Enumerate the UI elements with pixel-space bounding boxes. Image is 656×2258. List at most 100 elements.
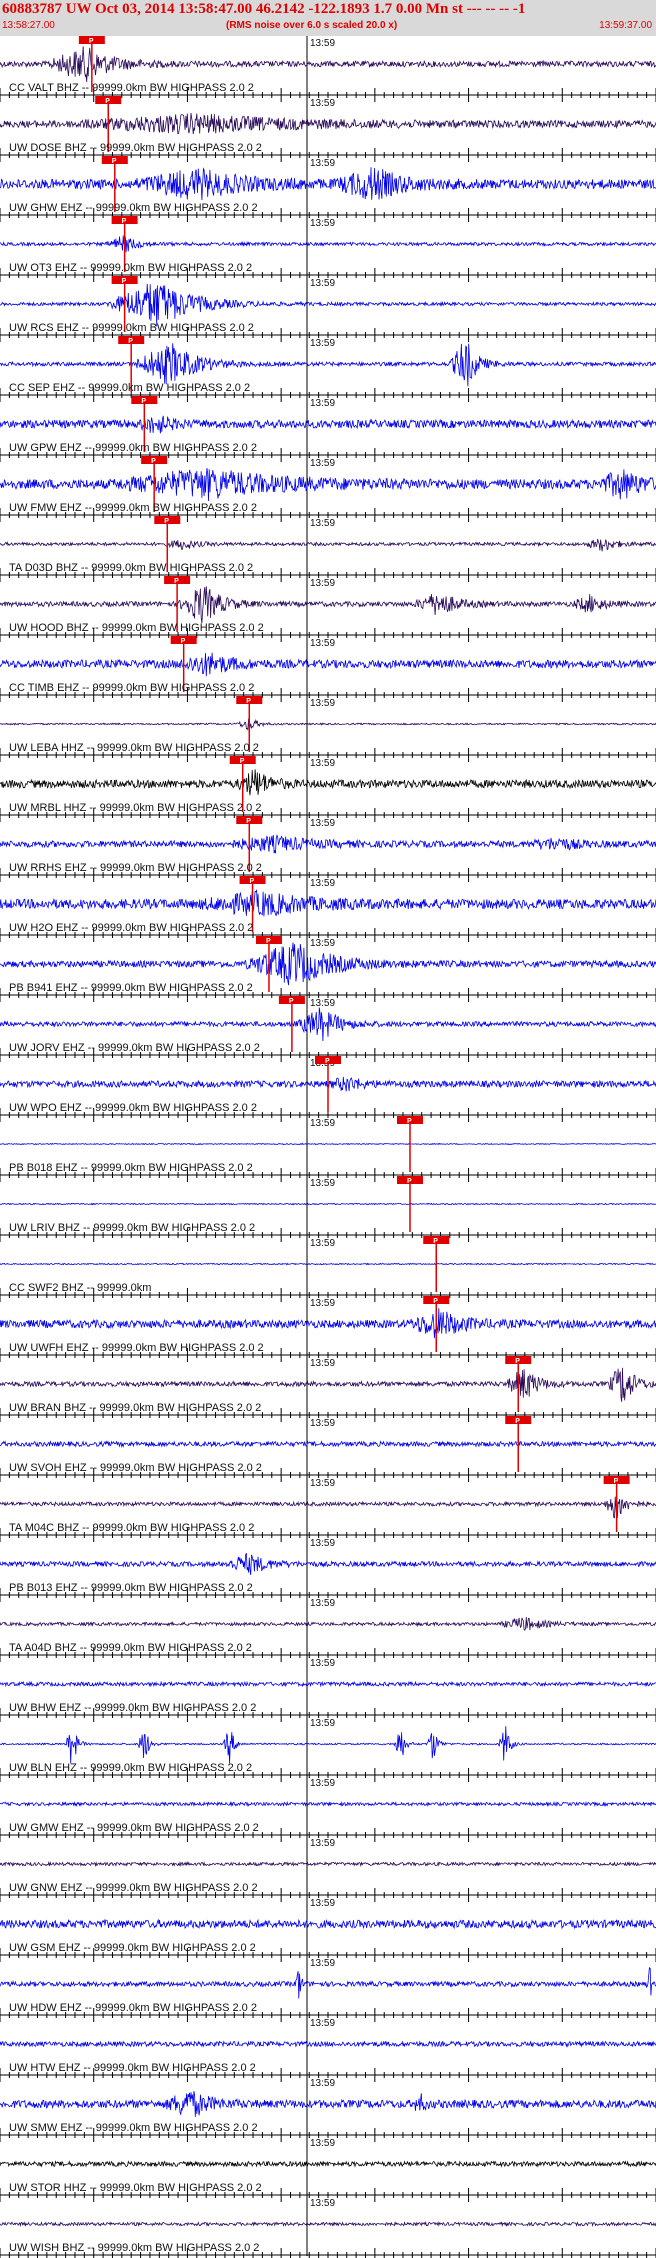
waveform (0, 2220, 656, 2228)
waveform (0, 1202, 656, 1206)
trace-15: 13:59 P PB B941 EHZ -- 99999.0km BW HIGHPA… (0, 936, 656, 1002)
minute-label: 13:59 (310, 1958, 335, 1969)
waveform (0, 538, 656, 552)
minute-label: 13:59 (310, 1418, 335, 1429)
station-label: UW SMW EHZ -- 99999.0km BW HIGHPASS 2.0 … (9, 2122, 258, 2134)
trace-34: 13:59 UW SMW EHZ -- 99999.0km BW HIGHPASS… (0, 2076, 656, 2142)
pick-label: P (89, 38, 94, 45)
station-label: UW FMW EHZ -- 99999.0km BW HIGHPASS 2.0 … (9, 502, 257, 514)
trace-36: 13:59 UW WISH BHZ -- 99999.0km BW HIGHPAS… (0, 2196, 656, 2258)
pick-label: P (246, 818, 251, 825)
station-label: UW GNW EHZ -- 99999.0km BW HIGHPASS 2.0 … (9, 1882, 258, 1894)
trace-21: 13:59 P UW UWFH EHZ -- 99999.0km BW HIGHPA… (0, 1296, 656, 1362)
trace-10: 13:59 P CC TIMB EHZ -- 99999.0km BW HIGHPA… (0, 636, 656, 702)
pick-label: P (325, 1058, 330, 1065)
station-label: UW HTW EHZ -- 99999.0km BW HIGHPASS 2.0 … (9, 2062, 256, 2074)
pick-label: P (240, 758, 245, 765)
minute-label: 13:59 (310, 1598, 335, 1609)
pick-label: P (122, 278, 127, 285)
waveform (0, 1800, 656, 1808)
trace-24: 13:59 P TA M04C BHZ -- 99999.0km BW HIGHPA… (0, 1476, 656, 1542)
trace-16: 13:59 P UW JORV EHZ -- 99999.0km BW HIGHPA… (0, 996, 656, 1062)
station-label: UW RRHS EHZ -- 99999.0km BW HIGHPASS 2.0… (9, 862, 262, 874)
waveform (0, 718, 656, 731)
waveform (0, 1367, 656, 1402)
minute-label: 13:59 (310, 2018, 335, 2029)
trace-4: 13:59 P UW RCS EHZ -- 99999.0km BW HIGHPAS… (0, 276, 656, 342)
trace-20: 13:59 P CC SWF2 BHZ -- 99999.0km (0, 1236, 656, 1302)
minute-label: 13:59 (310, 398, 335, 409)
station-label: UW DOSE BHZ -- 99999.0km BW HIGHPASS 2.0… (9, 142, 262, 154)
pick-label: P (174, 578, 179, 585)
waveform (0, 343, 656, 387)
station-label: UW UWFH EHZ -- 99999.0km BW HIGHPASS 2.0… (9, 1342, 264, 1354)
waveform (0, 1860, 656, 1868)
minute-label: 13:59 (310, 278, 335, 289)
pick-label: P (433, 1238, 438, 1245)
seismogram-panel: 13:59 P CC VALT BHZ -- 99999.0km BW HIGHPA… (0, 36, 656, 2258)
trace-14: 13:59 P UW H2O EHZ -- 99999.0km BW HIGHPAS… (0, 876, 656, 942)
station-label: UW RCS EHZ -- 99999.0km BW HIGHPASS 2.0 … (9, 322, 254, 334)
minute-label: 13:59 (310, 818, 335, 829)
waveform (0, 1496, 656, 1519)
minute-label: 13:59 (310, 2198, 335, 2209)
minute-label: 13:59 (310, 2138, 335, 2149)
minute-label: 13:59 (310, 758, 335, 769)
waveform (0, 46, 656, 82)
station-label: CC SEP EHZ -- 99999.0km BW HIGHPASS 2.0 … (9, 382, 250, 394)
waveform (0, 2091, 656, 2117)
pick-label: P (181, 638, 186, 645)
minute-label: 13:59 (310, 938, 335, 949)
station-label: UW LEBA HHZ -- 99999.0km BW HIGHPASS 2.0… (9, 742, 259, 754)
pick-label: P (250, 878, 255, 885)
trace-35: 13:59 UW STOR HHZ -- 99999.0km BW HIGHPAS… (0, 2136, 656, 2202)
minute-label: 13:59 (310, 1718, 335, 1729)
station-label: PB B941 EHZ -- 99999.0km BW HIGHPASS 2.0… (9, 982, 253, 994)
station-label: UW GMW EHZ -- 99999.0km BW HIGHPASS 2.0 … (9, 1822, 259, 1834)
station-label: UW H2O EHZ -- 99999.0km BW HIGHPASS 2.0 … (9, 922, 253, 934)
trace-11: 13:59 P UW LEBA HHZ -- 99999.0km BW HIGHPA… (0, 696, 656, 762)
pick-label: P (151, 458, 156, 465)
station-label: UW WPO EHZ -- 99999.0km BW HIGHPASS 2.0 … (9, 1102, 257, 1114)
minute-label: 13:59 (310, 1358, 335, 1369)
station-label: UW BHW EHZ -- 99999.0km BW HIGHPASS 2.0 … (9, 1702, 256, 1714)
trace-12: 13:59 P UW MRBL HHZ -- 99999.0km BW HIGHPA… (0, 756, 656, 822)
trace-29: 13:59 UW GMW EHZ -- 99999.0km BW HIGHPASS… (0, 1776, 656, 1842)
station-label: UW OT3 EHZ -- 99999.0km BW HIGHPASS 2.0 … (9, 262, 252, 274)
station-label: UW STOR HHZ -- 99999.0km BW HIGHPASS 2.0… (9, 2182, 262, 2194)
trace-25: 13:59 PB B013 EHZ -- 99999.0km BW HIGHPAS… (0, 1536, 656, 1602)
event-title: 60883787 UW Oct 03, 2014 13:58:47.00 46.… (2, 1, 526, 17)
waveform (0, 112, 656, 135)
waveform (0, 415, 656, 434)
trace-17: 13:59PUW WPO EHZ -- 99999.0km BW HIGHPAS… (0, 1056, 656, 1122)
station-label: TA A04D BHZ -- 99999.0km BW HIGHPASS 2.0… (9, 1642, 252, 1654)
minute-label: 13:59 (310, 878, 335, 889)
minute-label: 13:59 (310, 1778, 335, 1789)
waveform (0, 167, 656, 201)
station-label: CC SWF2 BHZ -- 99999.0km (9, 1282, 151, 1294)
pick-label: P (246, 698, 251, 705)
trace-5: 13:59 P CC SEP EHZ -- 99999.0km BW HIGHPAS… (0, 336, 656, 402)
minute-label: 13:59 (310, 2078, 335, 2089)
station-label: UW JORV EHZ -- 99999.0km BW HIGHPASS 2.0… (9, 1042, 260, 1054)
waveform (0, 1553, 656, 1576)
pick-label: P (105, 98, 110, 105)
window-start-time: 13:58:27.00 (2, 20, 55, 31)
waveform (0, 468, 656, 502)
trace-30: 13:59 UW GNW EHZ -- 99999.0km BW HIGHPASS… (0, 1836, 656, 1902)
trace-8: 13:59 P TA D03D BHZ -- 99999.0km BW HIGHPA… (0, 516, 656, 582)
station-label: CC TIMB EHZ -- 99999.0km BW HIGHPASS 2.0… (9, 682, 254, 694)
minute-label: 13:59 (310, 578, 335, 589)
minute-label: 13:59 (310, 1538, 335, 1549)
pick-label: P (112, 158, 117, 165)
station-label: TA D03D BHZ -- 99999.0km BW HIGHPASS 2.0… (9, 562, 253, 574)
trace-22: 13:59 P UW BRAN BHZ -- 99999.0km BW HIGHPA… (0, 1356, 656, 1422)
waveform (0, 1308, 656, 1339)
waveform (0, 769, 656, 796)
trace-28: 13:59 UW BLN EHZ -- 99999.0km BW HIGHPASS… (0, 1716, 656, 1782)
station-label: UW HDW EHZ -- 99999.0km BW HIGHPASS 2.0 … (9, 2002, 257, 2014)
station-label: UW GHW EHZ -- 99999.0km BW HIGHPASS 2.0 … (9, 202, 258, 214)
minute-label: 13:59 (310, 38, 335, 49)
minute-label: 13:59 (310, 1838, 335, 1849)
pick-label: P (614, 1478, 619, 1485)
